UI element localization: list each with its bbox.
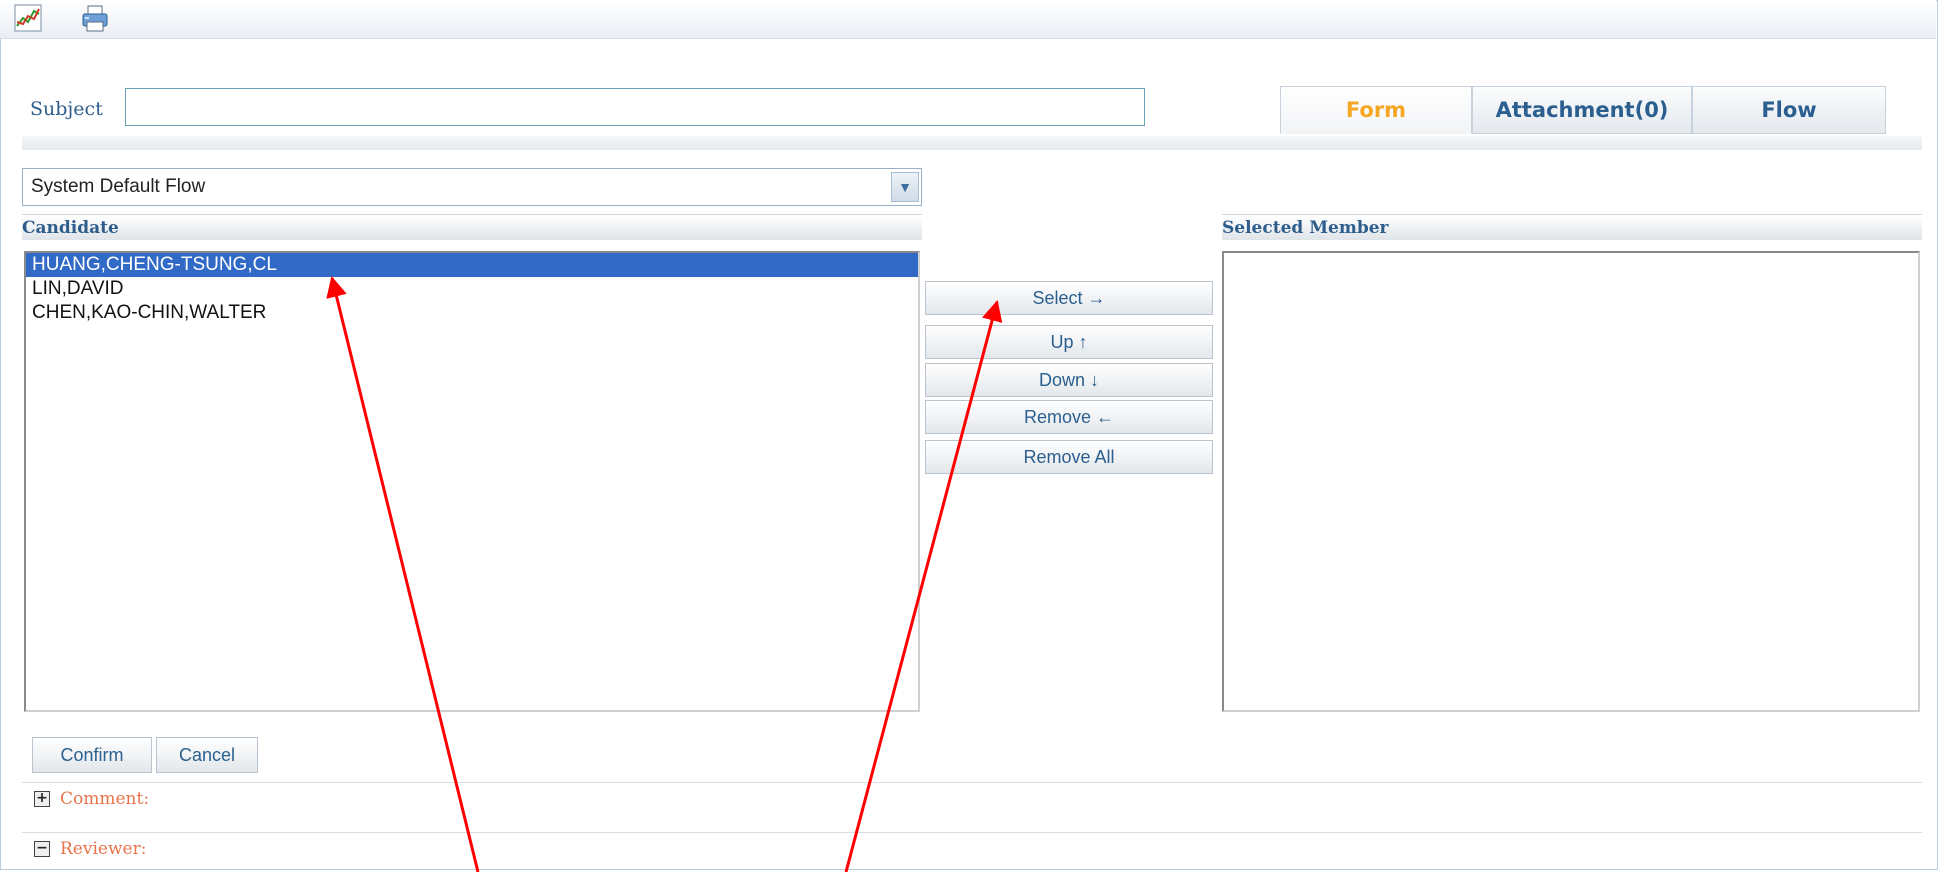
candidate-item-2[interactable]: CHEN,KAO-CHIN,WALTER [26,301,918,325]
candidate-header: Candidate [22,214,922,240]
tab-bar: Form Attachment(0) Flow [1280,86,1886,134]
up-button[interactable]: Up ↑ [925,325,1213,359]
flow-select-value: System Default Flow [31,176,206,197]
remove-all-button[interactable]: Remove All [925,440,1213,474]
select-button[interactable]: Select → [925,281,1213,315]
collapse-icon[interactable]: − [34,841,50,857]
chevron-down-icon[interactable]: ▼ [891,172,919,202]
down-button[interactable]: Down ↓ [925,363,1213,397]
selected-member-title: Selected Member [1222,218,1389,238]
expand-icon[interactable]: + [34,791,50,807]
printer-icon[interactable] [80,4,108,32]
subject-label: Subject [30,98,103,120]
subject-input[interactable] [125,88,1145,126]
flow-select[interactable]: System Default Flow ▼ [22,168,922,206]
cancel-button[interactable]: Cancel [156,737,258,773]
tab-flow-label: Flow [1761,98,1817,122]
chart-icon[interactable] [14,4,42,32]
comment-label: Comment: [60,789,150,809]
remove-button[interactable]: Remove ← [925,400,1213,434]
form-divider [22,136,1922,150]
comment-section: + Comment: [22,782,1922,818]
tab-attachment[interactable]: Attachment(0) [1472,86,1692,134]
candidate-item-1[interactable]: LIN,DAVID [26,277,918,301]
tab-attachment-label: Attachment(0) [1495,98,1669,122]
candidate-item-0[interactable]: HUANG,CHENG-TSUNG,CL [26,253,918,277]
candidate-title: Candidate [22,218,119,238]
candidate-list[interactable]: HUANG,CHENG-TSUNG,CL LIN,DAVID CHEN,KAO-… [24,251,920,712]
tab-form[interactable]: Form [1280,86,1472,134]
selected-member-list[interactable] [1222,251,1920,712]
tab-form-label: Form [1345,98,1407,122]
reviewer-label: Reviewer: [60,839,147,859]
tab-flow[interactable]: Flow [1692,86,1886,134]
reviewer-section: − Reviewer: [22,832,1922,868]
selected-member-header: Selected Member [1222,214,1922,240]
confirm-button[interactable]: Confirm [32,737,152,773]
toolbar [0,0,1936,39]
